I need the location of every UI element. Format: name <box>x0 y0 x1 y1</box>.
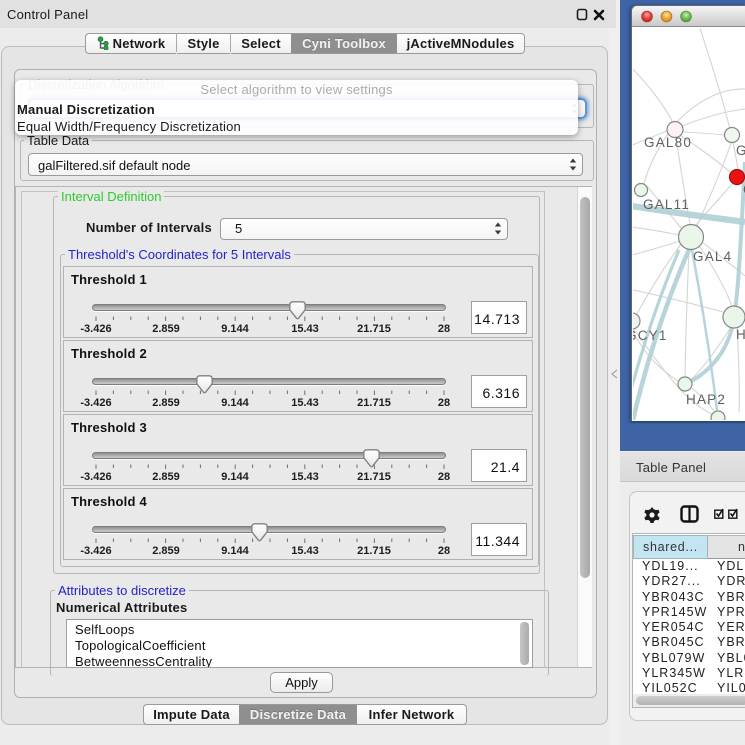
svg-text:HAP2: HAP2 <box>686 392 726 407</box>
svg-text:GAL4: GAL4 <box>693 249 732 264</box>
svg-text:GCY1: GCY1 <box>633 328 668 343</box>
svg-text:H: H <box>736 327 745 342</box>
svg-text:GAL80: GAL80 <box>644 135 692 150</box>
svg-text:GA: GA <box>736 143 745 158</box>
svg-text:GAL11: GAL11 <box>643 197 690 212</box>
